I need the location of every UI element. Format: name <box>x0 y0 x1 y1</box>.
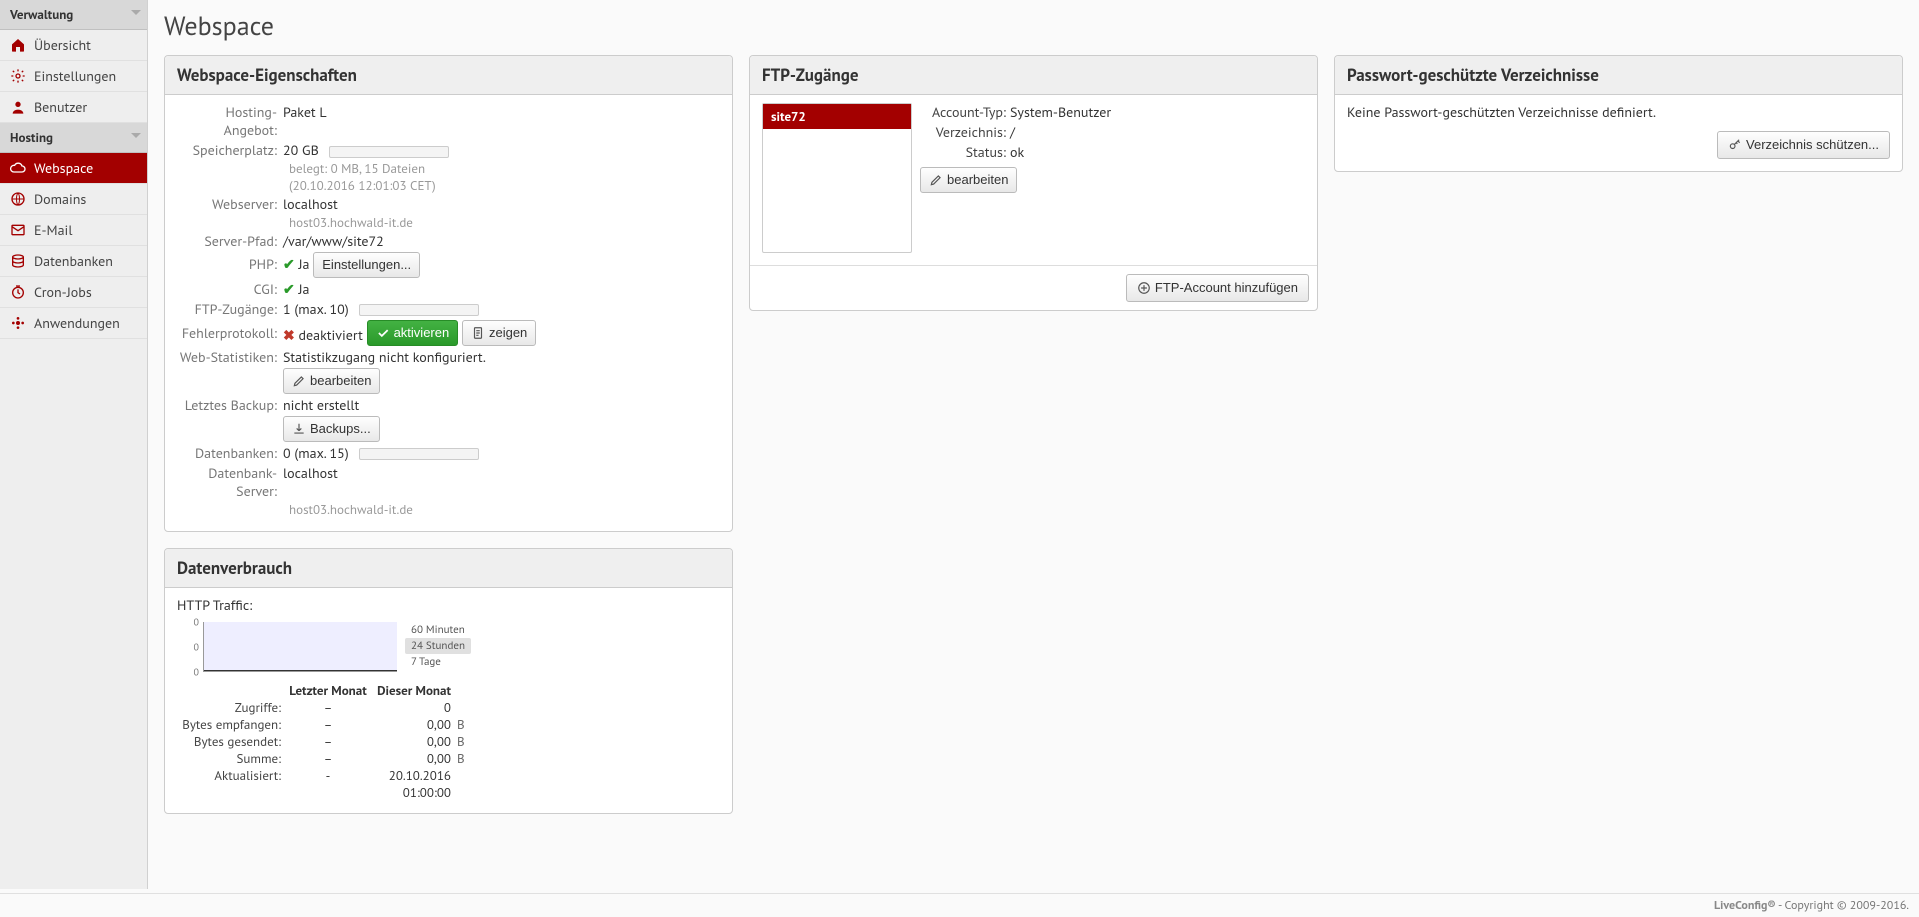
panel-heading: Passwort-geschützte Verzeichnisse <box>1335 56 1902 95</box>
panel-datenverbrauch: Datenverbrauch HTTP Traffic: 0 0 0 <box>164 548 733 814</box>
chevron-down-icon <box>131 10 141 15</box>
ftp-account-name: site72 <box>763 104 911 129</box>
sidebar-item-domains[interactable]: Domains <box>0 184 147 215</box>
ftp-edit-button[interactable]: bearbeiten <box>920 167 1017 193</box>
backup-value: nicht erstellt <box>283 396 720 414</box>
errorlog-show-button[interactable]: zeigen <box>462 320 536 346</box>
main-content: Webspace Webspace-Eigenschaften Hosting-… <box>148 0 1919 889</box>
sidebar-item-label: Domains <box>34 190 86 208</box>
sidebar-header-verwaltung[interactable]: Verwaltung <box>0 0 147 30</box>
sidebar-item-label: Datenbanken <box>34 252 113 270</box>
backups-button[interactable]: Backups... <box>283 416 380 442</box>
home-icon <box>10 37 26 53</box>
sidebar-item-anwendungen[interactable]: Anwendungen <box>0 308 147 339</box>
chevron-down-icon <box>131 133 141 138</box>
panel-heading: Datenverbrauch <box>165 549 732 588</box>
panel-ftp: FTP-Zugänge site72 Account-Typ:System-Be… <box>749 55 1318 311</box>
ftp-bar <box>359 304 479 316</box>
sidebar-item-label: Anwendungen <box>34 314 120 332</box>
sidebar-item-einstellungen[interactable]: Einstellungen <box>0 61 147 92</box>
sidebar-item-webspace[interactable]: Webspace <box>0 153 147 184</box>
apps-icon <box>10 315 26 331</box>
pwdir-message: Keine Passwort-geschützten Verzeichnisse… <box>1347 103 1890 121</box>
sidebar-item-datenbanken[interactable]: Datenbanken <box>0 246 147 277</box>
errorlog-activate-button[interactable]: aktivieren <box>367 320 459 346</box>
db-count-value: 0 (max. 15) <box>283 444 349 462</box>
legend-60min[interactable]: 60 Minuten <box>405 622 471 638</box>
sidebar: Verwaltung Übersicht Einstellungen Benut… <box>0 0 148 889</box>
ftp-type-value: System-Benutzer <box>1010 103 1111 121</box>
speicherplatz-value: 20 GB <box>283 141 319 159</box>
panel-pwdirs: Passwort-geschützte Verzeichnisse Keine … <box>1334 55 1903 172</box>
mail-icon <box>10 222 26 238</box>
sidebar-item-label: E-Mail <box>34 221 72 239</box>
sidebar-item-benutzer[interactable]: Benutzer <box>0 92 147 123</box>
webstats-value: Statistikzugang nicht konfiguriert. <box>283 348 720 366</box>
ftp-account-box[interactable]: site72 <box>762 103 912 253</box>
gear-icon <box>10 68 26 84</box>
user-icon <box>10 99 26 115</box>
sidebar-item-email[interactable]: E-Mail <box>0 215 147 246</box>
legend-24h[interactable]: 24 Stunden <box>405 638 471 654</box>
traffic-table: Letzter MonatDieser Monat Zugriffe:–0 By… <box>177 682 720 801</box>
globe-icon <box>10 191 26 207</box>
x-icon: ✖ <box>283 326 295 344</box>
sidebar-item-uebersicht[interactable]: Übersicht <box>0 30 147 61</box>
sidebar-item-label: Cron-Jobs <box>34 283 92 301</box>
traffic-chart: 0 0 0 <box>177 622 397 672</box>
sidebar-header-hosting[interactable]: Hosting <box>0 123 147 153</box>
storage-bar <box>329 146 449 158</box>
check-icon: ✔ <box>283 280 295 298</box>
traffic-subtitle: HTTP Traffic: <box>177 596 720 614</box>
panel-heading: FTP-Zugänge <box>750 56 1317 95</box>
webserver-value: localhost <box>283 195 720 213</box>
sidebar-item-label: Übersicht <box>34 36 91 54</box>
footer: LiveConfig® - Copyright © 2009-2016. <box>0 893 1919 917</box>
database-icon <box>10 253 26 269</box>
sidebar-item-label: Webspace <box>34 159 93 177</box>
panel-heading: Webspace-Eigenschaften <box>165 56 732 95</box>
page-title: Webspace <box>164 10 1903 43</box>
sidebar-item-label: Einstellungen <box>34 67 116 85</box>
ftp-add-button[interactable]: FTP-Account hinzufügen <box>1126 274 1309 302</box>
check-icon: ✔ <box>283 255 295 273</box>
webstats-edit-button[interactable]: bearbeiten <box>283 368 380 394</box>
cloud-icon <box>10 160 26 176</box>
db-bar <box>359 448 479 460</box>
php-settings-button[interactable]: Einstellungen... <box>313 252 420 278</box>
chart-legend: 60 Minuten 24 Stunden 7 Tage <box>405 622 471 670</box>
dbserver-value: localhost <box>283 464 720 482</box>
hosting-angebot-value: Paket L <box>283 103 720 121</box>
sidebar-item-cronjobs[interactable]: Cron-Jobs <box>0 277 147 308</box>
ftp-dir-value: / <box>1010 123 1015 141</box>
legend-7d[interactable]: 7 Tage <box>405 654 471 670</box>
ftp-count-value: 1 (max. 10) <box>283 300 349 318</box>
ftp-status-value: ok <box>1010 143 1024 161</box>
pwdir-protect-button[interactable]: Verzeichnis schützen... <box>1717 131 1890 159</box>
panel-webspace-props: Webspace-Eigenschaften Hosting-Angebot:P… <box>164 55 733 532</box>
footer-brand: LiveConfig® <box>1714 898 1776 913</box>
serverpfad-value: /var/www/site72 <box>283 232 720 250</box>
clock-icon <box>10 284 26 300</box>
sidebar-item-label: Benutzer <box>34 98 87 116</box>
